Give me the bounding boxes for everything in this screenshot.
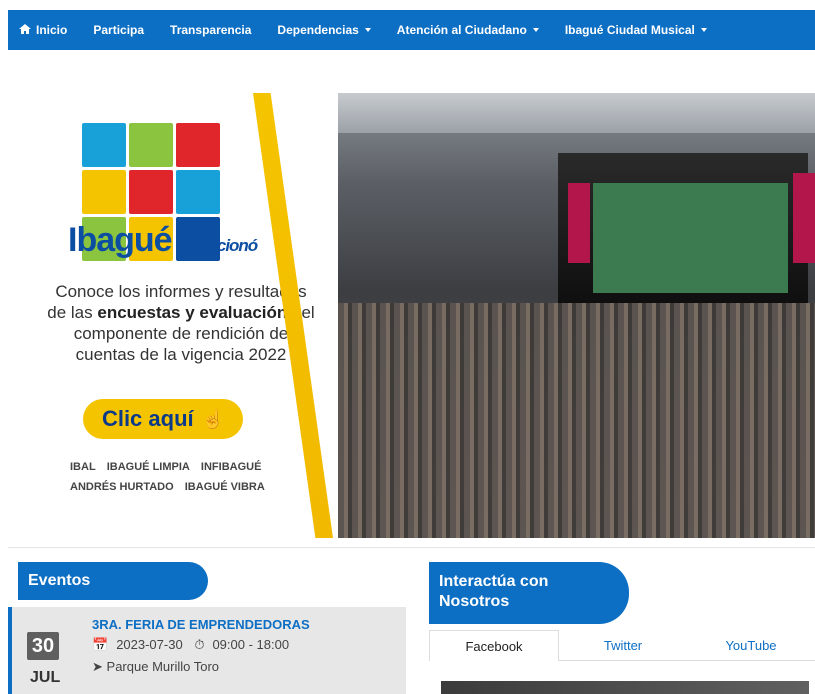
crowd: [338, 303, 815, 538]
event-day: 30: [27, 632, 59, 660]
event-date: 2023-07-30: [116, 637, 183, 652]
tab-youtube[interactable]: YouTube: [687, 630, 815, 660]
event-time: 09:00 - 18:00: [212, 637, 290, 652]
cta-label: Clic aquí: [101, 406, 194, 431]
tile-icon: [129, 170, 173, 214]
tile-icon: [176, 123, 220, 167]
nav-participa[interactable]: Participa: [93, 23, 144, 37]
pointer-hand-icon: ☝: [201, 408, 225, 429]
chevron-down-icon: [364, 28, 371, 32]
tile-icon: [82, 123, 126, 167]
interact-title-line: Interactúa con: [439, 573, 549, 590]
brand-logo: Ibagué Evolucionó: [68, 221, 259, 260]
nav-atencion-label: Atención al Ciudadano: [396, 23, 527, 37]
event-meta: 📅 2023-07-30 ⏱ 09:00 - 18:00: [92, 637, 297, 653]
clock-icon: ⏱: [194, 637, 205, 652]
partner-logo-andres-hurtado: ANDRÉS HURTADO: [70, 481, 174, 493]
stage-center-screen: [593, 183, 788, 293]
banner-text-line: cuentas de la vigencia 2022: [75, 345, 287, 364]
nav-inicio-label: Inicio: [36, 23, 68, 37]
nav-transparencia[interactable]: Transparencia: [170, 23, 251, 37]
partner-logo-ibal: IBAL: [70, 461, 96, 473]
stage-screen: [568, 183, 590, 263]
stage-screen: [793, 173, 815, 263]
social-tabs: Facebook Twitter YouTube: [429, 630, 815, 661]
concert-photo: [338, 93, 815, 538]
tab-facebook[interactable]: Facebook: [429, 630, 559, 661]
partner-logo-ibague-limpia: IBAGUÉ LIMPIA: [106, 461, 190, 473]
location-arrow-icon: ➤: [92, 659, 103, 674]
event-title[interactable]: 3RA. FERIA DE EMPRENDEDORAS: [92, 617, 310, 632]
nav-dependencias-label: Dependencias: [277, 23, 359, 37]
stage-roof: [338, 93, 815, 133]
banner-text-line: componente de rendición de: [73, 324, 289, 343]
nav-ciudad-musical[interactable]: Ibagué Ciudad Musical: [565, 23, 707, 37]
nav-dependencias[interactable]: Dependencias: [277, 23, 371, 37]
interact-heading: Interactúa con Nosotros: [429, 562, 629, 624]
nav-inicio[interactable]: Inicio: [18, 23, 67, 38]
home-icon: [18, 23, 32, 38]
partner-logo-ibague-vibra: IBAGUÉ VIBRA: [184, 481, 265, 493]
chevron-down-icon: [532, 28, 539, 32]
brand-subtitle: Evolucionó: [175, 236, 259, 255]
event-item[interactable]: 30 JUL 3RA. FERIA DE EMPRENDEDORAS 📅 2023…: [8, 607, 406, 694]
social-embed-preview[interactable]: [441, 681, 809, 694]
chevron-down-icon: [700, 28, 707, 32]
tab-twitter[interactable]: Twitter: [559, 630, 687, 660]
tile-icon: [129, 123, 173, 167]
divider: [8, 547, 815, 548]
hero-banner[interactable]: Ibagué Evolucionó Conoce los informes y r…: [8, 93, 815, 538]
event-place: Parque Murillo Toro: [106, 659, 220, 674]
nav-ciudad-musical-label: Ibagué Ciudad Musical: [564, 23, 695, 37]
nav-participa-label: Participa: [93, 23, 145, 37]
events-title-text: Eventos: [28, 572, 91, 589]
click-here-button[interactable]: Clic aquí ☝: [83, 399, 243, 439]
event-place-row: ➤ Parque Murillo Toro: [92, 659, 219, 675]
interact-title-line: Nosotros: [439, 593, 510, 610]
tile-icon: [176, 170, 220, 214]
partner-logos: IBAL IBAGUÉ LIMPIA INFIBAGUÉ ANDRÉS HURT…: [70, 461, 280, 529]
brand-name: Ibagué: [68, 221, 173, 259]
nav-atencion[interactable]: Atención al Ciudadano: [397, 23, 539, 37]
calendar-icon: 📅: [92, 637, 109, 652]
banner-text-line: de las encuestas y evaluación del: [47, 303, 314, 322]
partner-logo-infibague: INFIBAGUÉ: [200, 461, 262, 473]
events-heading: Eventos: [18, 562, 208, 600]
event-month: JUL: [30, 669, 61, 686]
nav-transparencia-label: Transparencia: [170, 23, 252, 37]
main-navbar: Inicio Participa Transparencia Dependenc…: [8, 10, 815, 50]
tile-icon: [82, 170, 126, 214]
